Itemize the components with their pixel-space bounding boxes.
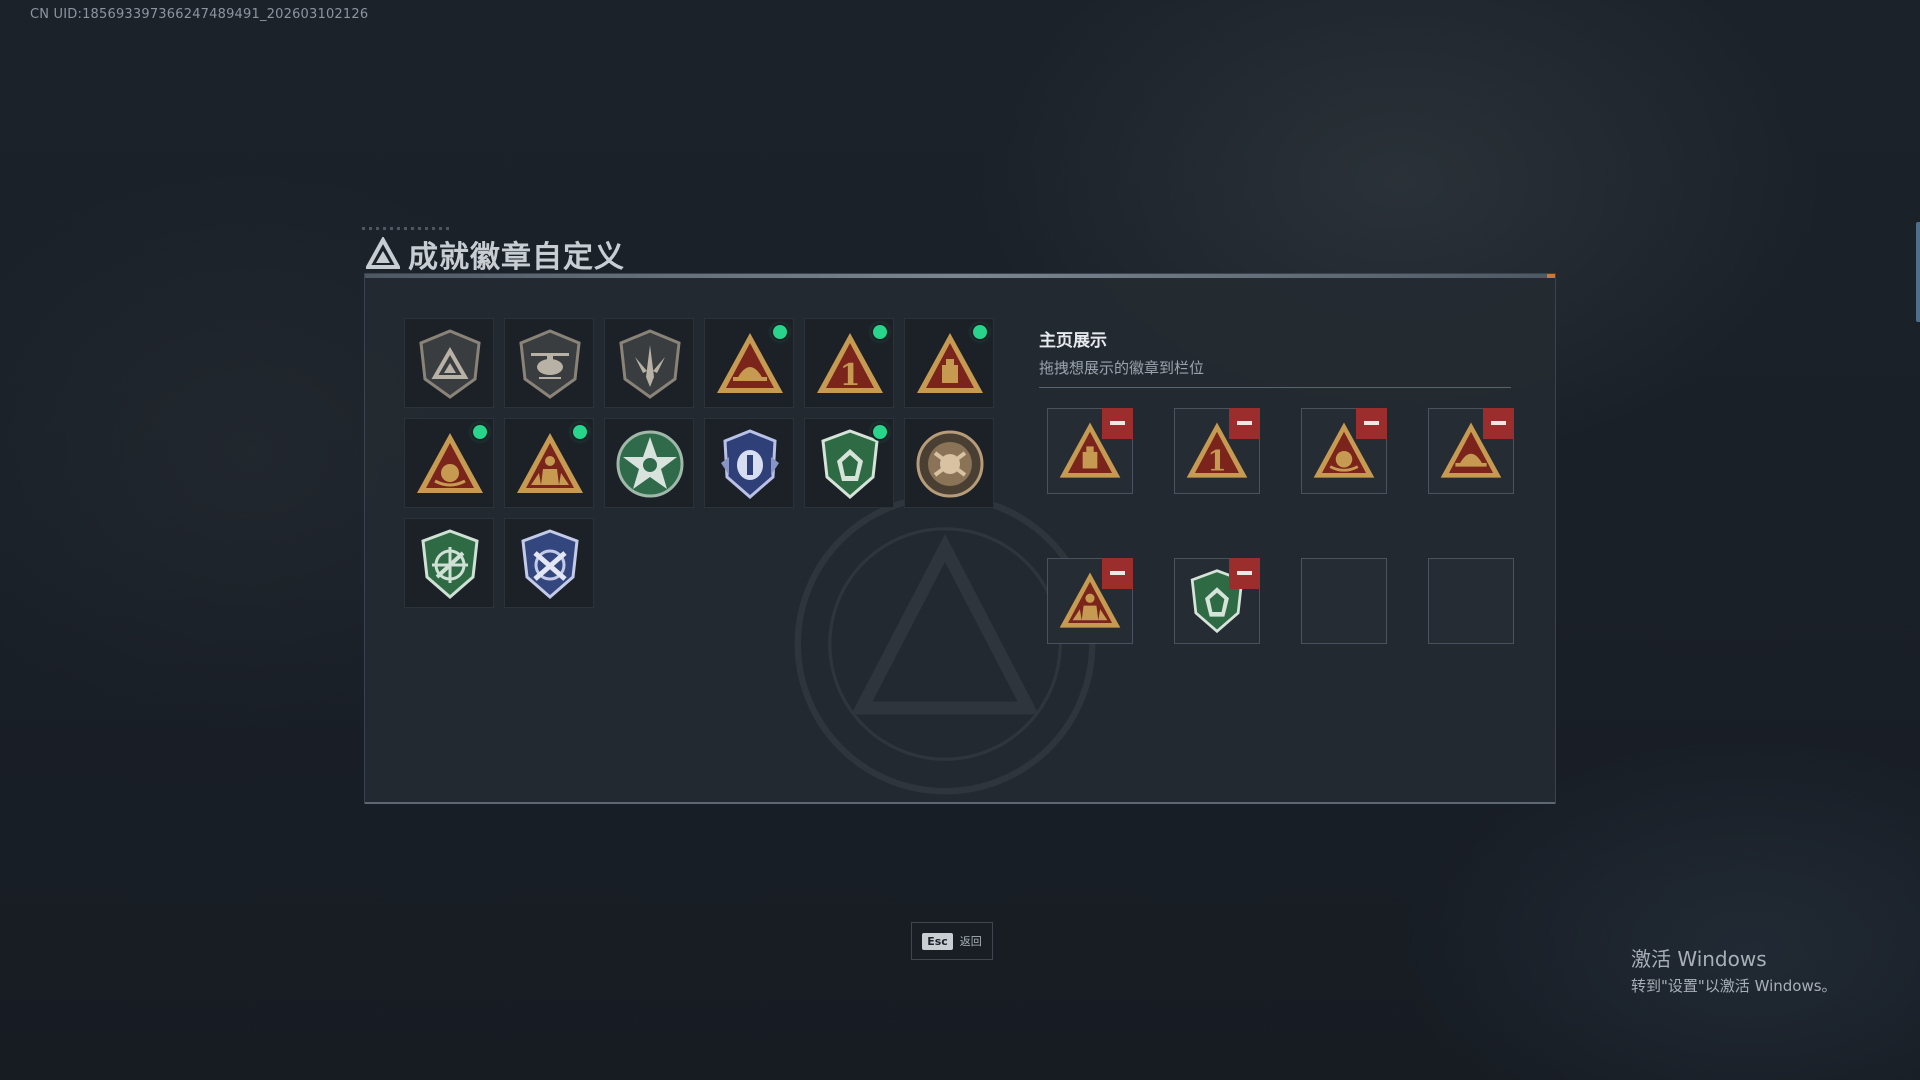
sword-shield-badge-icon xyxy=(619,329,681,399)
remove-badge-button[interactable] xyxy=(1229,408,1260,439)
helicopter-shield-badge-icon xyxy=(519,329,581,399)
badge-collection-grid: 1 xyxy=(404,318,994,608)
blue-shield-crest-badge-icon xyxy=(721,429,779,499)
showcase-title: 主页展示 xyxy=(1039,331,1107,351)
badge-cell[interactable] xyxy=(604,418,694,508)
panel-bottom-border xyxy=(365,802,1555,804)
badge-cell[interactable] xyxy=(604,318,694,408)
esc-key-icon: Esc xyxy=(922,932,953,950)
badge-cell[interactable] xyxy=(904,318,994,408)
showcase-slot-filled[interactable] xyxy=(1428,408,1514,494)
remove-badge-button[interactable] xyxy=(1102,558,1133,589)
page-title-row: 成就徽章自定义 xyxy=(362,227,625,276)
new-badge-dot xyxy=(773,325,787,339)
showcase-slot-filled[interactable] xyxy=(1174,558,1260,644)
remove-badge-button[interactable] xyxy=(1102,408,1133,439)
badge-cell[interactable]: 1 xyxy=(804,318,894,408)
showcase-slot-empty[interactable] xyxy=(1428,558,1514,644)
showcase-slot-filled[interactable] xyxy=(1047,408,1133,494)
remove-badge-button[interactable] xyxy=(1483,408,1514,439)
showcase-slot-filled[interactable] xyxy=(1301,408,1387,494)
remove-badge-button[interactable] xyxy=(1356,408,1387,439)
badge-cell[interactable] xyxy=(504,518,594,608)
showcase-slots: 1 xyxy=(1047,408,1514,644)
page-title: 成就徽章自定义 xyxy=(408,240,625,275)
triangle-shield-badge-icon xyxy=(419,329,481,399)
showcase-slot-empty[interactable] xyxy=(1301,558,1387,644)
showcase-hint: 拖拽想展示的徽章到栏位 xyxy=(1039,359,1205,377)
badge-cell[interactable] xyxy=(704,418,794,508)
new-badge-dot xyxy=(973,325,987,339)
uid-label: CN UID:1856933973662474894​91_2026031021… xyxy=(30,7,369,22)
badge-cell[interactable] xyxy=(904,418,994,508)
side-edge-tab[interactable] xyxy=(1916,222,1920,322)
back-label: 返回 xyxy=(959,935,982,948)
windows-activation-title: 激活 Windows xyxy=(1631,947,1767,971)
badge-cell[interactable] xyxy=(504,418,594,508)
remove-badge-button[interactable] xyxy=(1229,558,1260,589)
green-crosshair-shield-badge-icon xyxy=(421,529,479,599)
showcase-slot-filled[interactable]: 1 xyxy=(1174,408,1260,494)
panel-top-border xyxy=(365,274,1555,278)
svg-text:1: 1 xyxy=(840,358,861,393)
new-badge-dot xyxy=(873,425,887,439)
badge-customize-panel: 1 主页展示 拖拽想展示的徽章到栏位 1 xyxy=(364,273,1556,804)
svg-text:1: 1 xyxy=(1207,445,1226,477)
delta-logo-icon xyxy=(366,237,400,269)
showcase-divider xyxy=(1039,387,1511,388)
new-badge-dot xyxy=(473,425,487,439)
badge-cell[interactable] xyxy=(504,318,594,408)
back-button[interactable]: Esc 返回 xyxy=(911,922,993,960)
title-decoration xyxy=(362,227,452,230)
bronze-round-emblem-badge-icon xyxy=(916,430,984,498)
badge-cell[interactable] xyxy=(704,318,794,408)
windows-activation-hint: 转到"设置"以激活 Windows。 xyxy=(1631,977,1837,995)
blue-crossed-rifles-shield-badge-icon xyxy=(521,529,579,599)
badge-cell[interactable] xyxy=(404,518,494,608)
showcase-slot-filled[interactable] xyxy=(1047,558,1133,644)
green-star-medal-badge-icon xyxy=(616,430,684,498)
homepage-showcase: 主页展示 拖拽想展示的徽章到栏位 1 xyxy=(1039,318,1514,644)
new-badge-dot xyxy=(573,425,587,439)
windows-activation-watermark: 激活 Windows 转到"设置"以激活 Windows。 xyxy=(1631,943,1837,996)
badge-cell[interactable] xyxy=(804,418,894,508)
badge-cell[interactable] xyxy=(404,418,494,508)
badge-cell[interactable] xyxy=(404,318,494,408)
new-badge-dot xyxy=(873,325,887,339)
